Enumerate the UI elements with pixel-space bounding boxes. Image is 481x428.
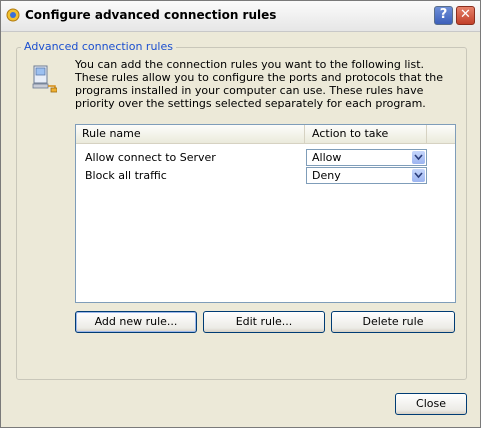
edit-rule-button[interactable]: Edit rule... xyxy=(203,311,325,333)
close-window-button[interactable]: ✕ xyxy=(456,6,475,25)
add-rule-button[interactable]: Add new rule... xyxy=(75,311,197,333)
column-header-rule-name[interactable]: Rule name xyxy=(76,125,305,143)
title-bar[interactable]: Configure advanced connection rules ? ✕ xyxy=(1,1,480,32)
rules-description: You can add the connection rules you wan… xyxy=(75,58,444,110)
window-title: Configure advanced connection rules xyxy=(25,8,277,22)
column-header-action[interactable]: Action to take xyxy=(305,125,427,143)
rule-name-cell: Allow connect to Server xyxy=(85,151,216,164)
rule-name-cell: Block all traffic xyxy=(85,169,167,182)
help-button[interactable]: ? xyxy=(434,6,453,25)
action-select-value: Allow xyxy=(312,151,342,164)
rules-list-header: Rule name Action to take xyxy=(76,125,455,144)
close-button[interactable]: Close xyxy=(395,393,467,415)
action-select[interactable]: Deny xyxy=(306,167,427,184)
delete-rule-button[interactable]: Delete rule xyxy=(331,311,455,333)
dropdown-arrow-icon[interactable] xyxy=(412,169,425,182)
group-label: Advanced connection rules xyxy=(21,40,176,53)
network-computer-icon xyxy=(32,65,57,93)
table-row[interactable]: Allow connect to Server Allow xyxy=(76,148,455,166)
action-select-value: Deny xyxy=(312,169,341,182)
action-select[interactable]: Allow xyxy=(306,149,427,166)
app-logo-icon xyxy=(6,8,20,22)
rules-list[interactable]: Rule name Action to take Allow connect t… xyxy=(75,124,456,303)
table-row[interactable]: Block all traffic Deny xyxy=(76,166,455,184)
dropdown-arrow-icon[interactable] xyxy=(412,151,425,164)
